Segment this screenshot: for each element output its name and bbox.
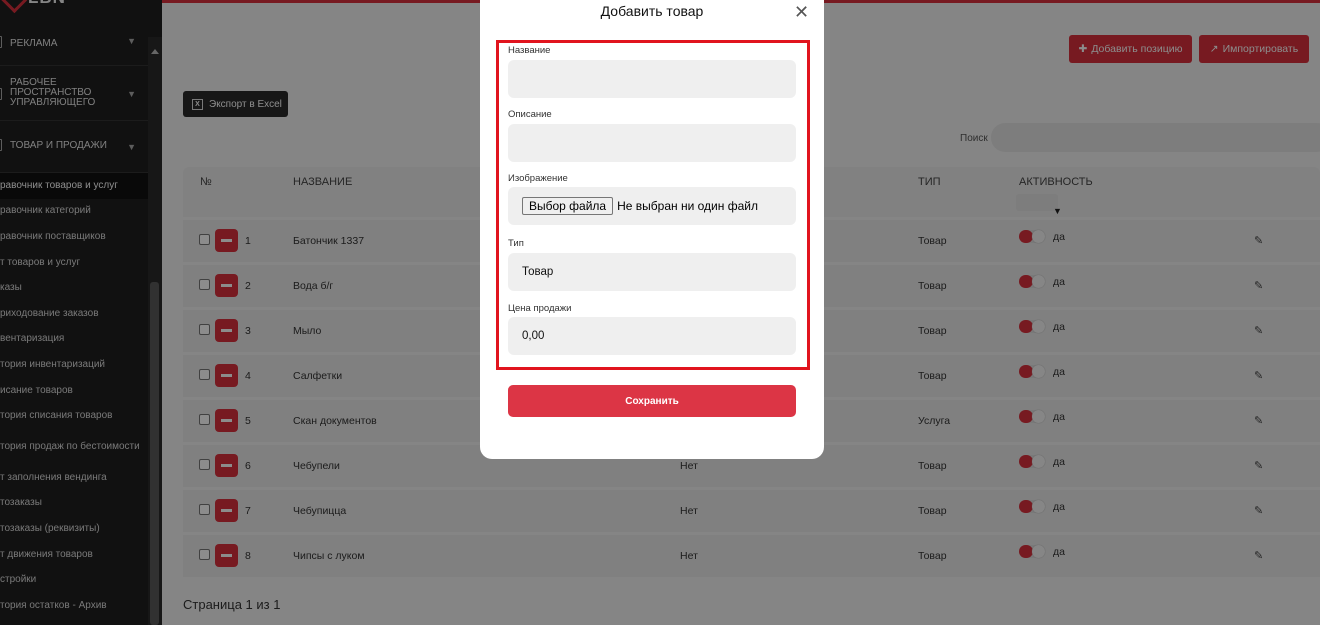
description-field[interactable] xyxy=(508,124,796,162)
image-label: Изображение xyxy=(508,173,568,184)
type-field[interactable]: Товар xyxy=(508,253,796,291)
choose-file-button[interactable]: Выбор файла xyxy=(522,197,614,215)
name-label: Название xyxy=(508,45,551,56)
price-label: Цена продажи xyxy=(508,303,572,314)
image-file-input: Выбор файла Не выбран ни один файл xyxy=(508,187,796,225)
type-label: Тип xyxy=(508,238,524,249)
description-label: Описание xyxy=(508,109,552,120)
add-product-modal: Добавить товар ✕ Название Описание Изобр… xyxy=(480,0,824,459)
modal-title: Добавить товар xyxy=(600,3,704,19)
save-button[interactable]: Сохранить xyxy=(508,385,796,417)
name-field[interactable] xyxy=(508,60,796,98)
price-field[interactable]: 0,00 xyxy=(508,317,796,355)
close-icon[interactable]: ✕ xyxy=(794,3,809,21)
file-status: Не выбран ни один файл xyxy=(617,199,758,213)
